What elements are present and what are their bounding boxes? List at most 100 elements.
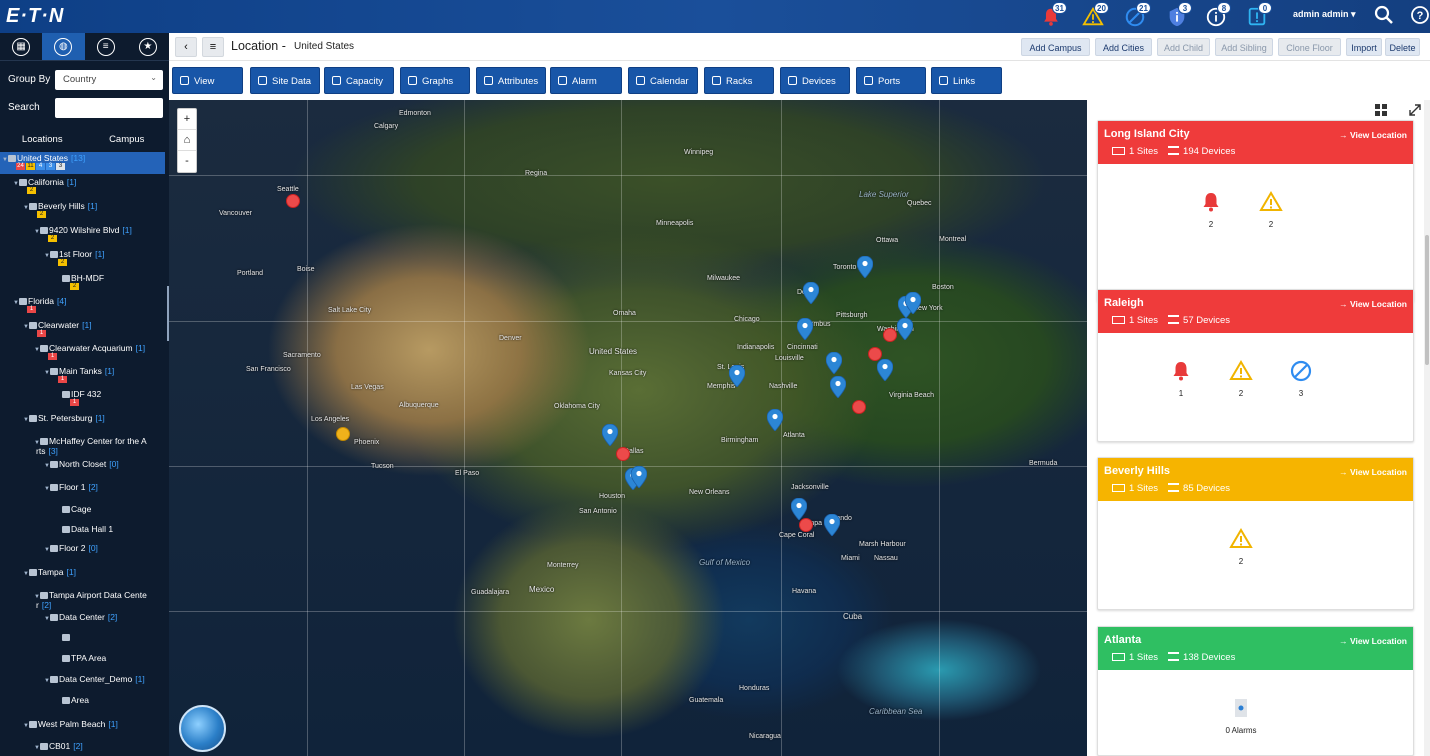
import-button[interactable]: Import: [1346, 38, 1382, 56]
tree-node[interactable]: ▼ Beverly Hills [1] 2: [0, 200, 97, 222]
tree-node[interactable]: ▼ 9420 Wilshire Blvd [1] 2: [0, 224, 132, 246]
location-pin-icon[interactable]: [601, 423, 619, 447]
bell-notifications[interactable]: 31: [1040, 2, 1067, 28]
disabled-notifications[interactable]: 21: [1124, 2, 1151, 28]
tree-node[interactable]: ▼ West Palm Beach [1]: [0, 718, 118, 740]
location-pin-icon[interactable]: [904, 291, 922, 315]
view-location-link[interactable]: → View Location: [1339, 130, 1407, 140]
toolbar-ports-button[interactable]: Ports: [856, 67, 926, 94]
tree-node[interactable]: BH-MDF 2: [0, 272, 104, 294]
add-sibling-button[interactable]: Add Sibling: [1215, 38, 1273, 56]
tree-node[interactable]: ▼ Main Tanks [1] 1: [0, 365, 114, 387]
group-by-select[interactable]: Country ⌄: [55, 70, 163, 90]
zoom-out-button[interactable]: -: [178, 151, 196, 172]
critical-site-marker[interactable]: [286, 194, 300, 208]
back-button[interactable]: ‹: [175, 37, 197, 57]
tab-locations-list[interactable]: Locations: [0, 130, 85, 150]
tree-node[interactable]: ▼ Tampa Airport Data Cente r [2]: [0, 589, 147, 611]
tree-node[interactable]: Area: [0, 694, 89, 716]
tree-node[interactable]: [0, 631, 71, 653]
location-pin-icon[interactable]: [876, 358, 894, 382]
tree-node[interactable]: IDF 432 1: [0, 388, 101, 410]
critical-site-marker[interactable]: [799, 518, 813, 532]
location-pin-icon[interactable]: [630, 465, 648, 489]
eaton-logo[interactable]: E·T·N: [6, 5, 64, 28]
add-child-button[interactable]: Add Child: [1157, 38, 1210, 56]
tree-node[interactable]: ▼ Floor 2 [0]: [0, 542, 98, 564]
warning-alarm-summary[interactable]: 2: [1256, 190, 1286, 229]
toolbar-alarm-panel-button[interactable]: Alarm Panel: [550, 67, 622, 114]
critical-site-marker[interactable]: [616, 447, 630, 461]
toolbar-racks-button[interactable]: Racks: [704, 67, 774, 94]
tree-node[interactable]: ▼ Clearwater Acquarium [1] 1: [0, 342, 145, 364]
critical-site-marker[interactable]: [883, 328, 897, 342]
location-pin-icon[interactable]: [802, 281, 820, 305]
critical-site-marker[interactable]: [852, 400, 866, 414]
zoom-in-button[interactable]: +: [178, 109, 196, 130]
location-pin-icon[interactable]: [766, 408, 784, 432]
add-cities-button[interactable]: Add Cities: [1095, 38, 1152, 56]
tree-node[interactable]: ▼ North Closet [0]: [0, 458, 119, 480]
warning-notifications[interactable]: 20: [1082, 2, 1109, 28]
bell-alarm-summary[interactable]: 2: [1196, 190, 1226, 229]
toolbar-devices-button[interactable]: Devices: [780, 67, 850, 94]
map-view[interactable]: + ⌂ - Seattle San Francisco Sacramento Los …: [169, 100, 1087, 756]
info-notifications[interactable]: 8: [1205, 2, 1231, 28]
tree-node[interactable]: Cage: [0, 503, 91, 525]
panel-scrollbar[interactable]: [1424, 100, 1430, 756]
basemap-globe-icon[interactable]: [179, 705, 226, 752]
add-campus-button[interactable]: Add Campus: [1021, 38, 1090, 56]
toolbar-calendar-button[interactable]: Calendar: [628, 67, 698, 94]
expand-icon[interactable]: [1409, 104, 1421, 116]
toolbar-links-button[interactable]: Links: [931, 67, 1002, 94]
location-pin-icon[interactable]: [829, 375, 847, 399]
tree-node[interactable]: ▼ United States [13] 24 11 4 3 3: [0, 152, 165, 174]
location-pin-icon[interactable]: [823, 513, 841, 537]
menu-button[interactable]: ≡: [202, 37, 224, 57]
location-pin-icon[interactable]: [856, 255, 874, 279]
tree-node[interactable]: ▼ Data Center [2]: [0, 611, 117, 633]
tree-node[interactable]: ▼ Floor 1 [2]: [0, 481, 98, 503]
toolbar-capacity-button[interactable]: Capacity: [324, 67, 394, 94]
alert-box-notifications[interactable]: 0: [1246, 2, 1272, 28]
tree-node[interactable]: ▼ McHaffey Center for the Arts [3]: [0, 435, 147, 457]
tree-node[interactable]: ▼ 1st Floor [1] 2: [0, 248, 105, 270]
bell-alarm-summary[interactable]: 1: [1166, 359, 1196, 398]
location-pin-icon[interactable]: [796, 317, 814, 341]
warning-alarm-summary[interactable]: 2: [1226, 359, 1256, 398]
tab-campus[interactable]: Campus: [85, 130, 170, 150]
location-pin-icon[interactable]: [728, 364, 746, 388]
tree-node[interactable]: ▼ Clearwater [1] 1: [0, 319, 92, 341]
delete-button[interactable]: Delete: [1385, 38, 1420, 56]
help-icon[interactable]: ?: [1410, 5, 1430, 27]
toolbar-site-data-button[interactable]: Site Data: [250, 67, 320, 94]
warning-alarm-summary[interactable]: 2: [1226, 527, 1256, 566]
no-alarm-alarm-summary[interactable]: 0 Alarms: [1211, 696, 1271, 735]
toolbar-graphs-button[interactable]: Graphs: [400, 67, 470, 94]
location-pin-icon[interactable]: [790, 497, 808, 521]
tree-node[interactable]: ▼ Florida [4] 1: [0, 295, 66, 317]
toolbar-view-button[interactable]: View: [172, 67, 243, 94]
warning-site-marker[interactable]: [336, 427, 350, 441]
tree-node[interactable]: ▼ Data Center_Demo [1]: [0, 673, 145, 695]
tab-dashboard[interactable]: ▦: [0, 33, 42, 60]
view-location-link[interactable]: → View Location: [1339, 299, 1407, 309]
shield-info-notifications[interactable]: 3: [1166, 2, 1192, 28]
tree-node[interactable]: ▼ Tampa [1]: [0, 566, 76, 588]
location-pin-icon[interactable]: [896, 317, 914, 341]
tree-node[interactable]: ▼ California [1] 2: [0, 176, 76, 198]
grid-layout-icon[interactable]: [1375, 104, 1387, 116]
tab-list[interactable]: ≡: [85, 33, 127, 60]
location-pin-icon[interactable]: [825, 351, 843, 375]
view-location-link[interactable]: → View Location: [1339, 636, 1407, 646]
toolbar-attributes-button[interactable]: Attributes: [476, 67, 546, 94]
clone-floor-button[interactable]: Clone Floor: [1278, 38, 1341, 56]
search-input[interactable]: [55, 98, 163, 118]
search-icon[interactable]: [1374, 5, 1396, 27]
tree-node[interactable]: TPA Area: [0, 652, 106, 674]
critical-site-marker[interactable]: [868, 347, 882, 361]
panel-scrollbar-thumb[interactable]: [1425, 235, 1429, 365]
tab-favorites[interactable]: ★: [127, 33, 169, 60]
tab-locations[interactable]: ◍: [42, 33, 85, 60]
home-button[interactable]: ⌂: [178, 130, 196, 151]
